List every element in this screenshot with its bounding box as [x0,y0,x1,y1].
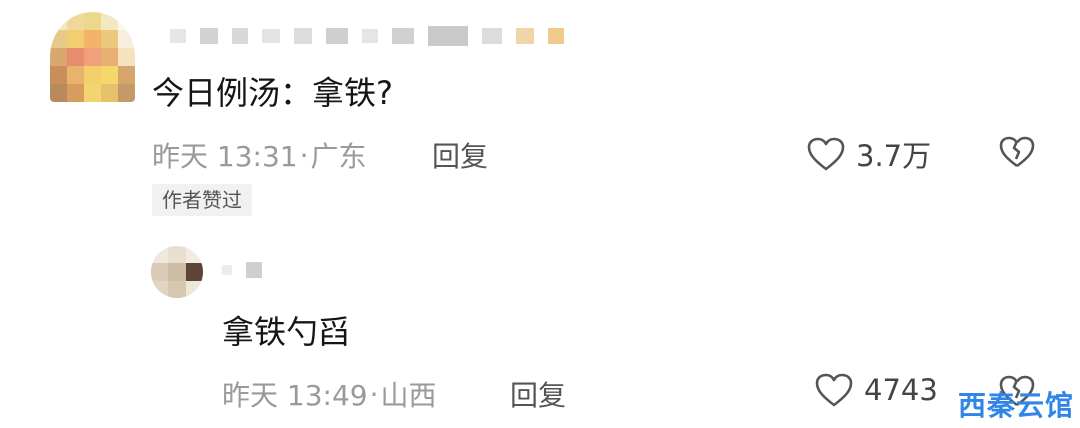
author-liked-badge: 作者赞过 [152,184,252,216]
comment-location: 广东 [310,140,367,173]
reply-meta: 昨天 13:49 · 山西 [222,374,437,414]
reply-like-count: 4743 [864,373,938,407]
comment-time: 昨天 13:31 [152,140,298,173]
avatar[interactable] [50,12,135,102]
heart-outline-icon [806,136,846,172]
reply-like-button[interactable]: 4743 [814,372,938,408]
reply-button[interactable]: 回复 [432,135,488,175]
comment-text: 今日例汤：拿铁? [152,74,393,112]
reply-username[interactable] [222,262,262,278]
comment-meta: 昨天 13:31 · 广东 [152,135,367,175]
watermark-logo: 西秦云馆 [957,389,1074,422]
reply-time: 昨天 13:49 [222,379,368,412]
username[interactable] [170,26,564,46]
broken-heart-icon [999,136,1035,168]
separator: · [299,138,309,172]
reply-location: 山西 [380,379,437,412]
reply-text: 拿铁勺舀 [222,313,351,351]
heart-outline-icon [814,372,854,408]
reply-reply-button[interactable]: 回复 [510,374,566,414]
like-button[interactable]: 3.7万 [806,133,931,175]
separator: · [369,377,379,411]
reply-avatar[interactable] [151,246,203,298]
dislike-button[interactable] [998,135,1036,169]
like-count: 3.7万 [856,139,932,173]
